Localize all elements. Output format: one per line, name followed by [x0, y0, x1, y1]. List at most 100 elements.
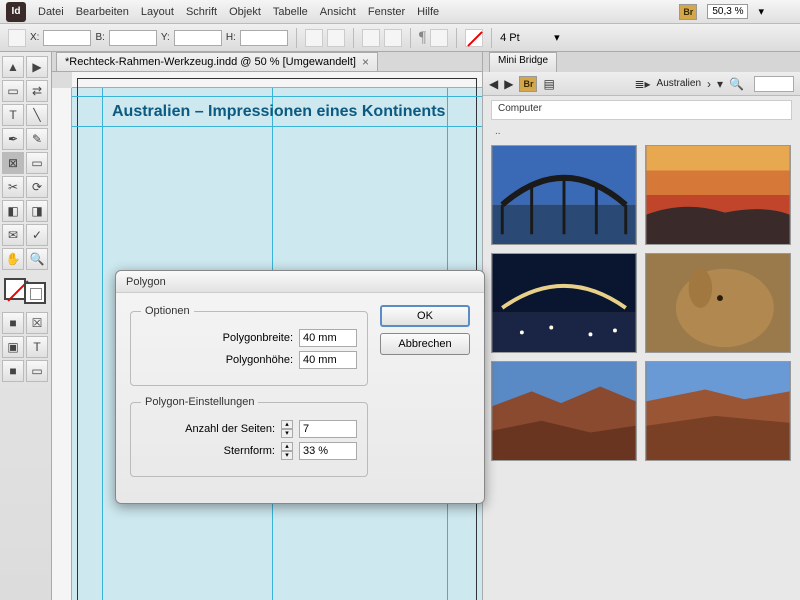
- selection-tool-icon[interactable]: ▲: [2, 56, 24, 78]
- w-field[interactable]: [109, 30, 157, 46]
- thumbnail-grid: [483, 145, 800, 461]
- char-style-icon[interactable]: [430, 29, 448, 47]
- stroke-weight-field[interactable]: 4 Pt: [500, 32, 550, 44]
- thumbnail[interactable]: [491, 361, 637, 461]
- polygon-height-field[interactable]: [299, 351, 357, 369]
- stroke-color-icon[interactable]: [24, 282, 46, 304]
- gap-tool-icon[interactable]: ⇄: [26, 80, 48, 102]
- sides-label: Anzahl der Seiten:: [141, 423, 275, 435]
- x-label: X:: [30, 32, 39, 43]
- thumbnail[interactable]: [491, 145, 637, 245]
- folder-view-icon[interactable]: ▤: [543, 77, 554, 91]
- control-bar: X: B: Y: H: ¶ 4 Pt ▾: [0, 24, 800, 52]
- stroke-dropdown-icon[interactable]: ▾: [554, 31, 560, 44]
- transform-tool-icon[interactable]: ⟳: [26, 176, 48, 198]
- menu-view[interactable]: Ansicht: [320, 6, 356, 18]
- hand-tool-icon[interactable]: ✋: [2, 248, 24, 270]
- search-input[interactable]: [754, 76, 794, 92]
- menu-file[interactable]: Datei: [38, 6, 64, 18]
- bridge-up-folder[interactable]: ..: [495, 126, 788, 137]
- star-label: Sternform:: [141, 445, 275, 457]
- y-label: Y:: [161, 32, 170, 43]
- filter-icon[interactable]: ▾: [717, 77, 723, 91]
- pen-tool-icon[interactable]: ✒: [2, 128, 24, 150]
- bridge-badge-icon[interactable]: Br: [679, 4, 697, 20]
- formatting-text-icon[interactable]: T: [26, 336, 48, 358]
- fill-color-icon[interactable]: [4, 278, 26, 300]
- menu-layout[interactable]: Layout: [141, 6, 174, 18]
- thumbnail[interactable]: [645, 361, 791, 461]
- bridge-toolbar: ◀ ▶ Br ▤ ≣▸ Australien › ▾ 🔍: [483, 72, 800, 96]
- menu-type[interactable]: Schrift: [186, 6, 217, 18]
- preview-view-icon[interactable]: ▭: [26, 360, 48, 382]
- sides-spinner[interactable]: ▴▾: [281, 420, 293, 438]
- reference-point-icon[interactable]: [8, 29, 26, 47]
- cancel-button[interactable]: Abbrechen: [380, 333, 470, 355]
- vertical-ruler[interactable]: [52, 88, 72, 600]
- options-legend: Optionen: [141, 305, 194, 317]
- apply-none-icon[interactable]: ☒: [26, 312, 48, 334]
- page-headline: Australien – Impressionen eines Kontinen…: [112, 103, 445, 121]
- bridge-badge-icon[interactable]: Br: [519, 76, 537, 92]
- fill-stroke-swap[interactable]: [2, 276, 48, 306]
- star-spinner[interactable]: ▴▾: [281, 442, 293, 460]
- thumbnail[interactable]: [645, 253, 791, 353]
- mini-bridge-tab[interactable]: Mini Bridge: [489, 52, 557, 72]
- menu-help[interactable]: Hilfe: [417, 6, 439, 18]
- dropdown-icon[interactable]: ▾: [758, 5, 764, 18]
- mini-bridge-panel: Mini Bridge ◀ ▶ Br ▤ ≣▸ Australien › ▾ 🔍…: [482, 52, 800, 600]
- app-logo-icon: Id: [6, 2, 26, 22]
- flip-v-icon[interactable]: [384, 29, 402, 47]
- scale-icon[interactable]: [327, 29, 345, 47]
- star-field[interactable]: [299, 442, 357, 460]
- thumbnail[interactable]: [491, 253, 637, 353]
- thumbnail[interactable]: [645, 145, 791, 245]
- document-tab-title: *Rechteck-Rahmen-Werkzeug.indd @ 50 % [U…: [65, 56, 356, 68]
- menu-object[interactable]: Objekt: [229, 6, 261, 18]
- paragraph-style-icon[interactable]: ¶: [419, 29, 426, 47]
- chevron-right-icon[interactable]: ›: [707, 77, 711, 91]
- fill-none-icon[interactable]: [465, 29, 483, 47]
- back-icon[interactable]: ◀: [489, 77, 498, 91]
- gradient-feather-tool-icon[interactable]: ◨: [26, 200, 48, 222]
- close-tab-icon[interactable]: ×: [362, 55, 369, 69]
- options-group: Optionen Polygonbreite: Polygonhöhe:: [130, 305, 368, 386]
- menu-window[interactable]: Fenster: [368, 6, 405, 18]
- y-field[interactable]: [174, 30, 222, 46]
- sides-field[interactable]: [299, 420, 357, 438]
- page-tool-icon[interactable]: ▭: [2, 80, 24, 102]
- menu-edit[interactable]: Bearbeiten: [76, 6, 129, 18]
- zoom-level-field[interactable]: 50,3 %: [707, 4, 748, 19]
- h-field[interactable]: [240, 30, 288, 46]
- zoom-tool-icon[interactable]: 🔍: [26, 248, 48, 270]
- polygon-dialog: Polygon Optionen Polygonbreite: Polygonh…: [115, 270, 485, 504]
- formatting-container-icon[interactable]: ▣: [2, 336, 24, 358]
- guide-v[interactable]: [102, 88, 103, 600]
- bridge-path-field[interactable]: Computer: [491, 100, 792, 120]
- type-tool-icon[interactable]: T: [2, 104, 24, 126]
- normal-view-icon[interactable]: ■: [2, 360, 24, 382]
- path-menu-icon[interactable]: ≣▸: [634, 77, 650, 91]
- line-tool-icon[interactable]: ╲: [26, 104, 48, 126]
- pencil-tool-icon[interactable]: ✎: [26, 128, 48, 150]
- search-icon[interactable]: 🔍: [729, 77, 744, 91]
- eyedropper-tool-icon[interactable]: ✓: [26, 224, 48, 246]
- note-tool-icon[interactable]: ✉: [2, 224, 24, 246]
- breadcrumb[interactable]: Australien: [657, 78, 701, 89]
- dialog-titlebar[interactable]: Polygon: [116, 271, 484, 293]
- forward-icon[interactable]: ▶: [504, 77, 513, 91]
- gradient-tool-icon[interactable]: ◧: [2, 200, 24, 222]
- apply-color-icon[interactable]: ■: [2, 312, 24, 334]
- ok-button[interactable]: OK: [380, 305, 470, 327]
- rectangle-frame-tool-icon[interactable]: ⊠: [2, 152, 24, 174]
- x-field[interactable]: [43, 30, 91, 46]
- settings-group: Polygon-Einstellungen Anzahl der Seiten:…: [130, 396, 368, 477]
- rectangle-tool-icon[interactable]: ▭: [26, 152, 48, 174]
- document-tab[interactable]: *Rechteck-Rahmen-Werkzeug.indd @ 50 % [U…: [56, 52, 378, 71]
- scissors-tool-icon[interactable]: ✂: [2, 176, 24, 198]
- menu-table[interactable]: Tabelle: [273, 6, 308, 18]
- flip-h-icon[interactable]: [362, 29, 380, 47]
- direct-selection-tool-icon[interactable]: ▶: [26, 56, 48, 78]
- polygon-width-field[interactable]: [299, 329, 357, 347]
- rotate-icon[interactable]: [305, 29, 323, 47]
